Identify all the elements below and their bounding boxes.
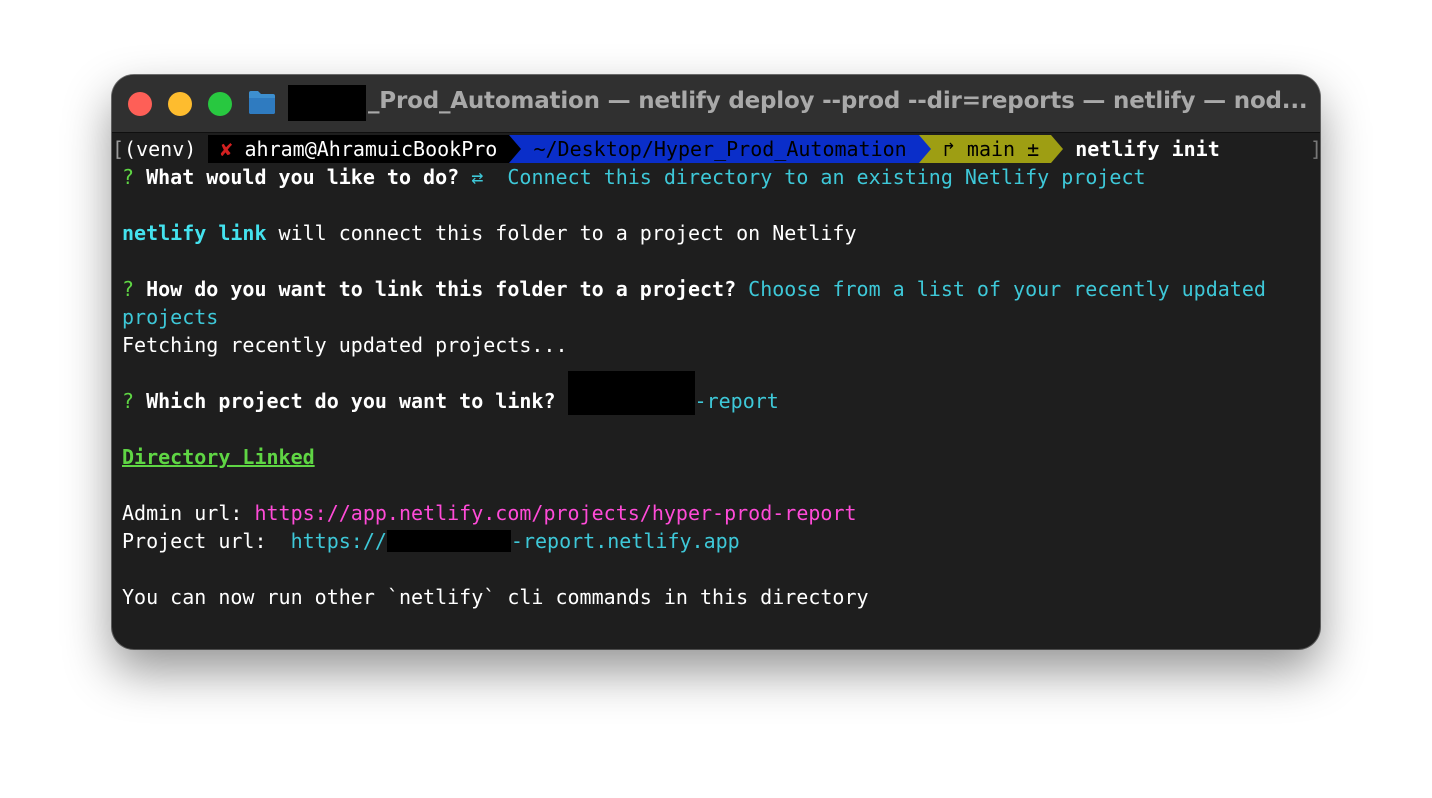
answer-suffix: -report [694, 389, 779, 413]
question-1: ? What would you like to do? ⇄ Connect t… [122, 163, 1146, 191]
folder-icon [249, 91, 275, 114]
question-2: ? How do you want to link this folder to… [122, 275, 1266, 303]
user-host-segment: ✘ ahram@AhramuicBookPro [208, 135, 510, 163]
admin-url-label: Admin url: [122, 501, 243, 525]
path-segment: ~/Desktop/Hyper_Prod_Automation [521, 135, 919, 163]
link-command: netlify link [122, 221, 267, 245]
question-3: ? Which project do you want to link? -re… [122, 371, 779, 415]
git-branch: main ± [966, 137, 1040, 161]
link-info: netlify link will connect this folder to… [122, 219, 857, 247]
project-url-label: Project url: [122, 529, 267, 553]
title-redaction [288, 85, 366, 121]
project-url-suffix[interactable]: -report.netlify.app [511, 529, 740, 553]
prompt-close-bracket: ] [1310, 135, 1320, 163]
zoom-button[interactable] [208, 92, 232, 116]
prompt-open-bracket: [ [112, 137, 125, 161]
answer-text: Connect this directory to an existing Ne… [507, 165, 1146, 189]
window-title: _Prod_Automation — netlify deploy --prod… [368, 88, 1308, 114]
question-text: How do you want to link this folder to a… [146, 277, 737, 301]
segment-arrow [918, 135, 931, 163]
terminal-window: _Prod_Automation — netlify deploy --prod… [112, 75, 1320, 649]
prompt-line: [(venv) ✘ ahram@AhramuicBookPro ~/Deskto… [112, 135, 1320, 163]
command: netlify init [1075, 137, 1220, 161]
close-button[interactable] [128, 92, 152, 116]
link-text: will connect this folder to a project on… [278, 221, 857, 245]
question-mark: ? [122, 165, 135, 189]
admin-url-link[interactable]: https://app.netlify.com/projects/hyper-p… [254, 501, 856, 525]
title-bar: _Prod_Automation — netlify deploy --prod… [112, 75, 1320, 133]
git-segment: ↱ main ± [930, 135, 1052, 163]
final-message: You can now run other `netlify` cli comm… [122, 585, 869, 609]
segment-arrow [509, 135, 522, 163]
answer-text: Choose from a list of your recently upda… [748, 277, 1266, 301]
admin-url-line: Admin url: https://app.netlify.com/proje… [122, 499, 857, 527]
error-cross-icon: ✘ [220, 137, 233, 161]
path: ~/Desktop/Hyper_Prod_Automation [533, 137, 907, 161]
question-text: What would you like to do? [146, 165, 460, 189]
project-url-line: Project url: https:// -report.netlify.app [122, 527, 740, 555]
question-text: Which project do you want to link? [146, 389, 556, 413]
question-mark: ? [122, 277, 135, 301]
linked-status: Directory Linked [122, 445, 315, 469]
minimize-button[interactable] [168, 92, 192, 116]
answer-continuation: projects [122, 305, 219, 329]
segment-arrow [1051, 135, 1064, 163]
venv-label: (venv) [124, 137, 197, 161]
git-branch-icon: ↱ [942, 137, 955, 161]
question-mark: ? [122, 389, 135, 413]
swap-arrow-icon: ⇄ [471, 165, 484, 189]
fetching-status: Fetching recently updated projects... [122, 333, 568, 357]
user-host: ahram@AhramuicBookPro [244, 137, 498, 161]
project-name-redaction [567, 371, 695, 415]
project-url-redaction [386, 530, 511, 552]
project-url-prefix[interactable]: https:// [291, 529, 387, 553]
